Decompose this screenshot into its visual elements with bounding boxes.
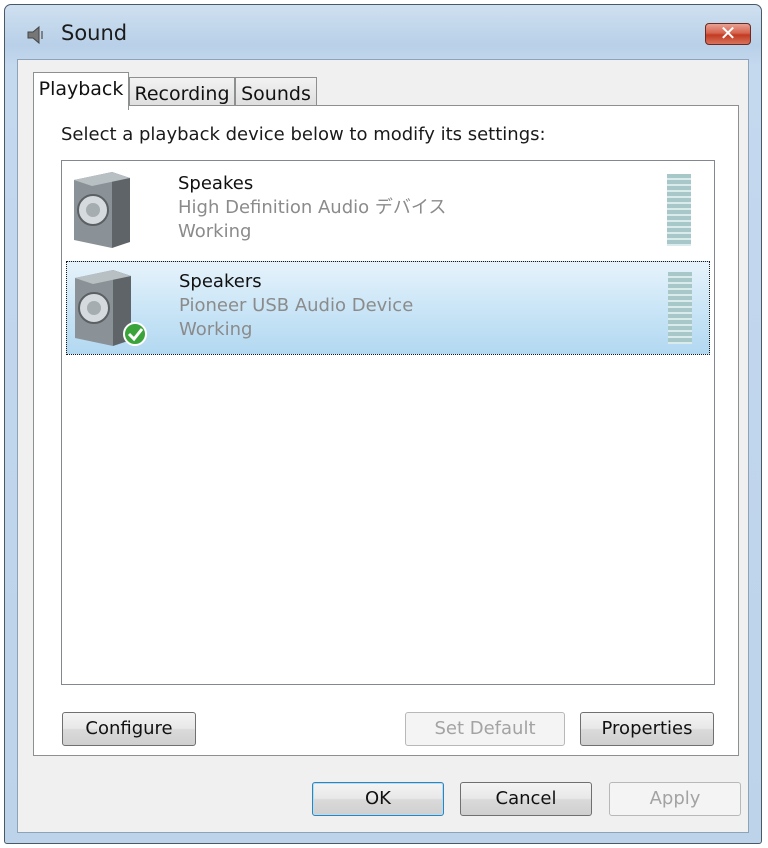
device-status: Working [178, 221, 252, 242]
device-status: Working [179, 319, 253, 340]
ok-button[interactable]: OK [312, 782, 444, 816]
close-icon: ✕ [719, 21, 737, 45]
device-name: Speakers [179, 271, 262, 292]
speaker-cabinet-icon [75, 270, 147, 346]
tab-sounds-label: Sounds [241, 83, 311, 105]
device-description: Pioneer USB Audio Device [179, 295, 414, 316]
speaker-cabinet-icon [74, 172, 130, 248]
set-default-button-label: Set Default [434, 718, 536, 739]
playback-panel: Select a playback device below to modify… [33, 105, 739, 756]
volume-level-meter [667, 174, 691, 246]
title-bar[interactable]: Sound ✕ [5, 5, 761, 61]
device-name: Speakes [178, 173, 254, 194]
device-item-speakers[interactable]: Speakers Pioneer USB Audio Device Workin… [66, 261, 710, 355]
playback-device-list[interactable]: Speakes High Definition Audio デバイス Worki… [61, 160, 715, 685]
tab-playback[interactable]: Playback [33, 72, 129, 110]
set-default-button[interactable]: Set Default [405, 712, 565, 746]
device-description: High Definition Audio デバイス [178, 197, 447, 218]
window-title: Sound [61, 21, 128, 45]
properties-button-label: Properties [601, 718, 693, 739]
cancel-button[interactable]: Cancel [460, 782, 592, 816]
configure-button-label: Configure [85, 718, 173, 739]
speaker-icon [27, 25, 43, 45]
close-button[interactable]: ✕ [705, 21, 751, 45]
apply-button-label: Apply [649, 788, 701, 809]
properties-button[interactable]: Properties [580, 712, 714, 746]
instruction-text: Select a playback device below to modify… [61, 124, 546, 145]
sound-dialog: Sound ✕ Playback Recording Sounds Select… [4, 4, 762, 844]
device-item-speakes[interactable]: Speakes High Definition Audio デバイス Worki… [66, 164, 710, 258]
cancel-button-label: Cancel [495, 788, 557, 809]
ok-button-label: OK [365, 788, 391, 809]
apply-button[interactable]: Apply [609, 782, 741, 816]
dialog-body: Playback Recording Sounds Select a playb… [17, 59, 749, 833]
checkmark-icon [123, 322, 147, 346]
volume-level-meter [668, 272, 692, 344]
tab-recording-label: Recording [134, 83, 230, 105]
configure-button[interactable]: Configure [62, 712, 196, 746]
tab-playback-label: Playback [38, 78, 124, 100]
